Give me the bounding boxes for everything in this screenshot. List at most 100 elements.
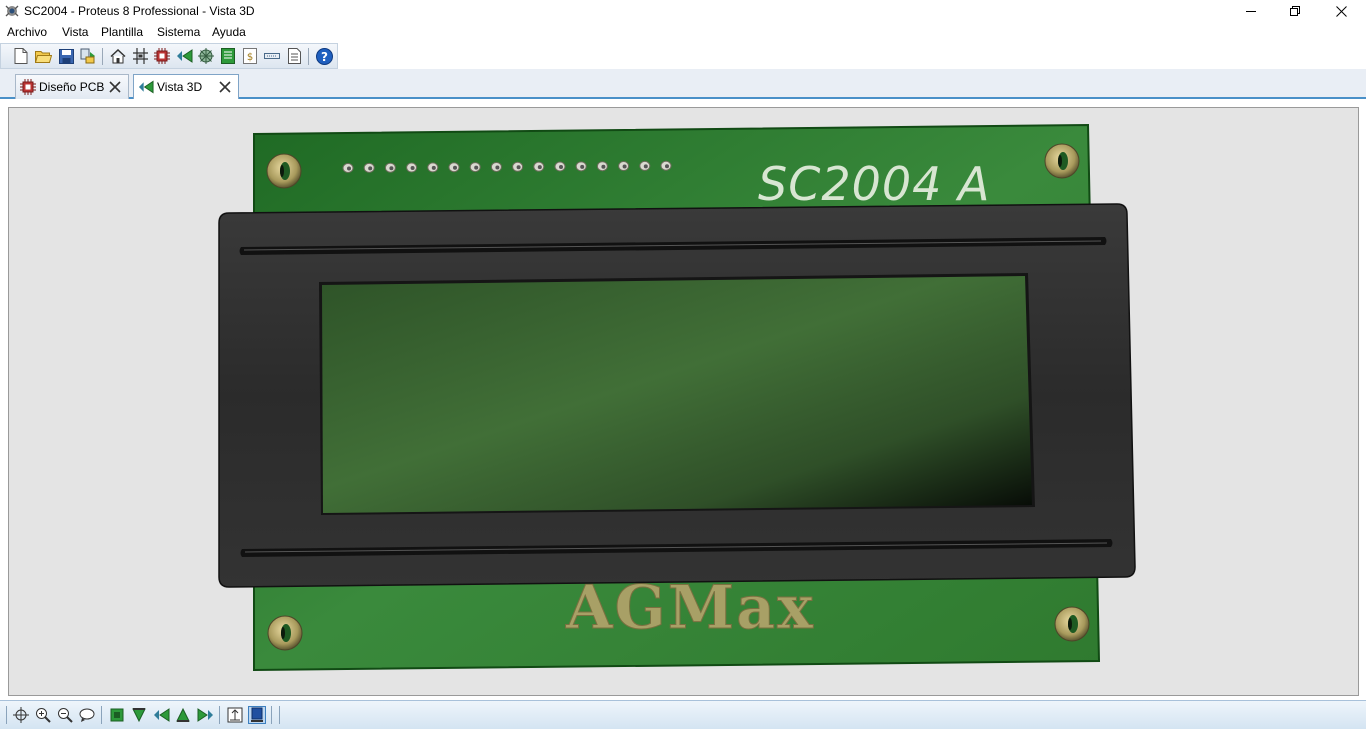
minimize-button[interactable] — [1228, 0, 1274, 22]
mounting-hole — [267, 615, 303, 651]
header-pin-hole — [347, 166, 351, 171]
home-button[interactable] — [109, 47, 127, 65]
pcb-layout-icon — [154, 48, 170, 64]
minimize-icon — [1246, 11, 1256, 12]
main-toolbar: $ ? — [0, 43, 338, 69]
gerber-viewer-icon — [198, 48, 214, 64]
view-top-icon — [110, 708, 124, 722]
save-button[interactable] — [57, 47, 75, 65]
view-right-button[interactable] — [196, 706, 214, 724]
design-notes-button[interactable] — [263, 47, 281, 65]
zoom-in-icon — [36, 708, 51, 723]
source-code-button[interactable]: $ — [241, 47, 259, 65]
pcb-layout-button[interactable] — [153, 47, 171, 65]
header-pin-hole — [601, 164, 606, 169]
lcd-screen-glass — [322, 276, 1032, 513]
view-toolbar — [0, 700, 1366, 729]
view-left-button[interactable] — [152, 706, 170, 724]
header-pin-hole — [665, 164, 669, 169]
close-icon — [1335, 5, 1347, 17]
view-back-button[interactable] — [174, 706, 192, 724]
menu-archivo[interactable]: Archivo — [5, 25, 49, 39]
height-toggle-button[interactable] — [226, 706, 244, 724]
component-toggle-button[interactable] — [248, 706, 266, 724]
pcb-layout-icon — [20, 79, 36, 95]
header-pin-hole — [643, 164, 648, 169]
close-icon[interactable] — [108, 80, 122, 94]
zoom-out-button[interactable] — [56, 706, 74, 724]
tab-diseno-pcb[interactable]: Diseño PCB — [15, 74, 129, 99]
tab-vista-3d[interactable]: Vista 3D — [133, 74, 239, 99]
zoom-out-icon — [58, 708, 73, 723]
menu-ayuda[interactable]: Ayuda — [210, 25, 248, 39]
view-left-icon — [153, 708, 169, 722]
close-icon[interactable] — [218, 80, 232, 94]
view-right-icon — [197, 708, 213, 722]
header-pin-hole — [516, 165, 521, 170]
gerber-viewer-button[interactable] — [197, 47, 215, 65]
proteus-app-icon[interactable] — [5, 4, 19, 18]
view-top-button[interactable] — [108, 706, 126, 724]
mounting-hole — [1054, 606, 1090, 642]
import-export-button[interactable] — [79, 47, 97, 65]
title-bar: SC2004 - Proteus 8 Professional - Vista … — [0, 0, 1366, 23]
save-icon — [58, 48, 74, 64]
new-file-button[interactable] — [12, 47, 30, 65]
source-code-icon: $ — [243, 48, 257, 64]
3d-viewport[interactable]: SC2004 A AGMax — [8, 107, 1359, 696]
3d-view-button[interactable] — [175, 47, 193, 65]
3d-scene[interactable]: SC2004 A AGMax — [9, 108, 1359, 696]
design-notes-icon — [264, 53, 280, 59]
bill-of-materials-button[interactable] — [219, 47, 237, 65]
tab-label: Diseño PCB — [39, 80, 105, 94]
schematic-icon — [132, 48, 148, 64]
header-pin-hole — [622, 164, 627, 169]
view-front-icon — [132, 708, 146, 723]
header-pin-hole — [474, 165, 479, 170]
view-front-button[interactable] — [130, 706, 148, 724]
header-pin-hole — [410, 166, 415, 171]
bill-of-materials-icon — [221, 48, 235, 64]
new-file-icon — [14, 48, 28, 64]
help-button[interactable]: ? — [315, 47, 333, 65]
open-button[interactable] — [34, 47, 52, 65]
menu-vista[interactable]: Vista — [60, 25, 90, 39]
3d-view-icon — [138, 80, 154, 94]
document-tab-bar: Diseño PCB Vista 3D — [0, 69, 1366, 99]
home-icon — [110, 48, 126, 63]
view-back-icon — [176, 707, 190, 722]
window-title: SC2004 - Proteus 8 Professional - Vista … — [24, 4, 255, 18]
notes-button[interactable] — [285, 47, 303, 65]
header-pin-hole — [537, 165, 542, 170]
import-export-icon — [80, 48, 95, 64]
3d-view-icon — [176, 49, 192, 63]
header-pin-hole — [495, 165, 500, 170]
svg-text:$: $ — [247, 52, 253, 63]
menu-plantilla[interactable]: Plantilla — [99, 25, 145, 39]
document-icon — [287, 48, 301, 64]
header-pin-hole — [368, 166, 373, 171]
menu-sistema[interactable]: Sistema — [155, 25, 202, 39]
mounting-hole — [1044, 143, 1080, 179]
restore-icon — [1290, 6, 1300, 16]
menu-bar: Archivo Vista Plantilla Sistema Ayuda — [0, 23, 1366, 42]
tab-label: Vista 3D — [157, 80, 203, 94]
silkscreen-title: SC2004 A — [758, 157, 990, 211]
close-window-button[interactable] — [1318, 0, 1364, 22]
orbit-button[interactable] — [78, 706, 96, 724]
header-pin-hole — [580, 164, 585, 169]
height-toggle-icon — [227, 707, 243, 723]
header-pin-hole — [431, 165, 436, 170]
component-toggle-icon — [251, 707, 263, 722]
open-folder-icon — [34, 51, 52, 63]
schematic-button[interactable] — [131, 47, 149, 65]
header-pin-hole — [389, 166, 394, 171]
orbit-icon — [79, 708, 95, 722]
pan-button[interactable] — [12, 706, 30, 724]
zoom-in-button[interactable] — [34, 706, 52, 724]
svg-text:?: ? — [321, 50, 328, 64]
help-icon: ? — [315, 47, 333, 65]
restore-button[interactable] — [1272, 0, 1318, 22]
mounting-hole — [266, 153, 302, 189]
header-pin-hole — [559, 165, 563, 169]
